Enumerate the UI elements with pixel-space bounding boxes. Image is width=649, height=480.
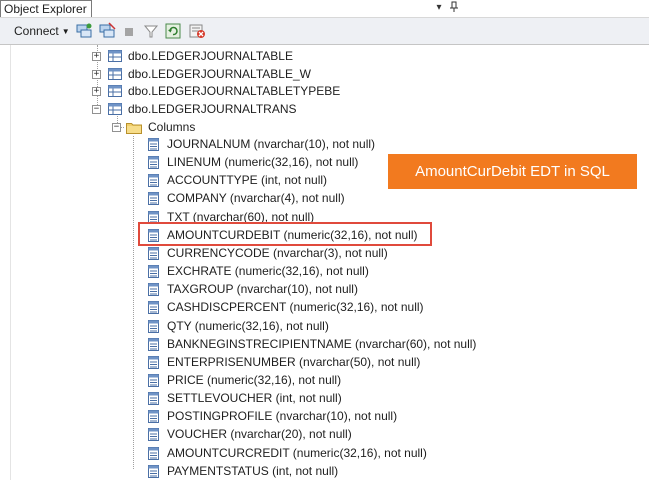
filter-icon[interactable] xyxy=(143,22,159,40)
column-icon xyxy=(148,138,159,151)
column-label: LINENUM (numeric(32,16), not null) xyxy=(167,155,359,170)
object-explorer-toolbar: Connect ▼ xyxy=(0,18,649,45)
collapse-minus-icon[interactable]: − xyxy=(112,123,121,132)
table-icon xyxy=(108,85,122,97)
column-label: BANKNEGINSTRECIPIENTNAME (nvarchar(60), … xyxy=(167,336,477,351)
column-label: ACCOUNTTYPE (int, not null) xyxy=(167,173,328,188)
column-label: EXCHRATE (numeric(32,16), not null) xyxy=(167,264,369,279)
column-label: POSTINGPROFILE (nvarchar(10), not null) xyxy=(167,409,398,424)
columns-folder-label: Columns xyxy=(148,120,196,134)
expand-plus-icon[interactable]: + xyxy=(92,70,101,79)
table-icon xyxy=(108,50,122,62)
object-explorer-title-bar: Object Explorer ▾ xyxy=(0,0,649,18)
auto-hide-pin-icon[interactable] xyxy=(447,1,461,15)
column-label: QTY (numeric(32,16), not null) xyxy=(167,318,329,333)
table-label: dbo.LEDGERJOURNALTABLE xyxy=(128,49,293,63)
column-icon xyxy=(148,355,159,369)
table-label: dbo.LEDGERJOURNALTRANS xyxy=(128,102,297,116)
window-position-icon[interactable]: ▾ xyxy=(432,1,446,15)
column-icon xyxy=(148,156,159,170)
column-label: CURRENCYCODE (nvarchar(3), not null) xyxy=(167,245,388,260)
connect-object-explorer-icon[interactable] xyxy=(75,22,93,40)
panel-title: Object Explorer xyxy=(0,0,92,17)
connect-label: Connect xyxy=(14,24,59,38)
refresh-icon[interactable] xyxy=(165,22,181,40)
column-icon xyxy=(148,192,159,206)
table-label: dbo.LEDGERJOURNALTABLE_W xyxy=(128,67,311,81)
column-label: SETTLEVOUCHER (int, not null) xyxy=(167,391,342,406)
stop-icon[interactable] xyxy=(122,22,136,40)
column-label: AMOUNTCURCREDIT (numeric(32,16), not nul… xyxy=(167,445,427,460)
column-label: CASHDISCPERCENT (numeric(32,16), not nul… xyxy=(167,300,424,315)
column-label: VOUCHER (nvarchar(20), not null) xyxy=(167,427,352,442)
object-explorer-tree: + dbo.LEDGERJOURNALTABLE + dbo.LEDGERJOU… xyxy=(0,45,649,480)
column-icon xyxy=(148,337,159,351)
table-icon xyxy=(108,68,122,80)
collapse-minus-icon[interactable]: − xyxy=(92,105,101,114)
column-label: TAXGROUP (nvarchar(10), not null) xyxy=(167,282,358,297)
column-icon xyxy=(148,410,159,424)
table-icon xyxy=(108,103,122,115)
column-icon xyxy=(148,246,159,260)
column-label: ENTERPRISENUMBER (nvarchar(50), not null… xyxy=(167,354,421,369)
column-icon xyxy=(148,265,159,279)
column-icon xyxy=(148,373,159,387)
column-icon xyxy=(148,428,159,442)
expand-plus-icon[interactable]: + xyxy=(92,87,101,96)
column-label: JOURNALNUM (nvarchar(10), not null) xyxy=(167,137,376,151)
connect-dropdown-button[interactable]: Connect ▼ xyxy=(14,23,70,40)
chevron-down-icon: ▼ xyxy=(61,27,70,36)
column-label: PRICE (numeric(32,16), not null) xyxy=(167,372,342,387)
annotation-callout: AmountCurDebit EDT in SQL xyxy=(388,154,637,189)
column-icon xyxy=(148,464,159,478)
column-icon xyxy=(148,283,159,297)
table-label: dbo.LEDGERJOURNALTABLETYPEBE xyxy=(128,84,341,98)
column-label: COMPANY (nvarchar(4), not null) xyxy=(167,191,345,206)
column-icon xyxy=(148,446,159,460)
column-icon xyxy=(148,392,159,406)
column-icon xyxy=(148,174,159,188)
folder-icon xyxy=(126,123,142,134)
expand-plus-icon[interactable]: + xyxy=(92,52,101,61)
disconnect-icon[interactable] xyxy=(98,22,116,40)
highlight-box xyxy=(138,222,432,246)
column-icon xyxy=(148,301,159,315)
delete-icon[interactable] xyxy=(188,22,206,40)
column-icon xyxy=(148,319,159,333)
tree-connector xyxy=(133,136,134,469)
column-label: PAYMENTSTATUS (int, not null) xyxy=(167,463,339,478)
